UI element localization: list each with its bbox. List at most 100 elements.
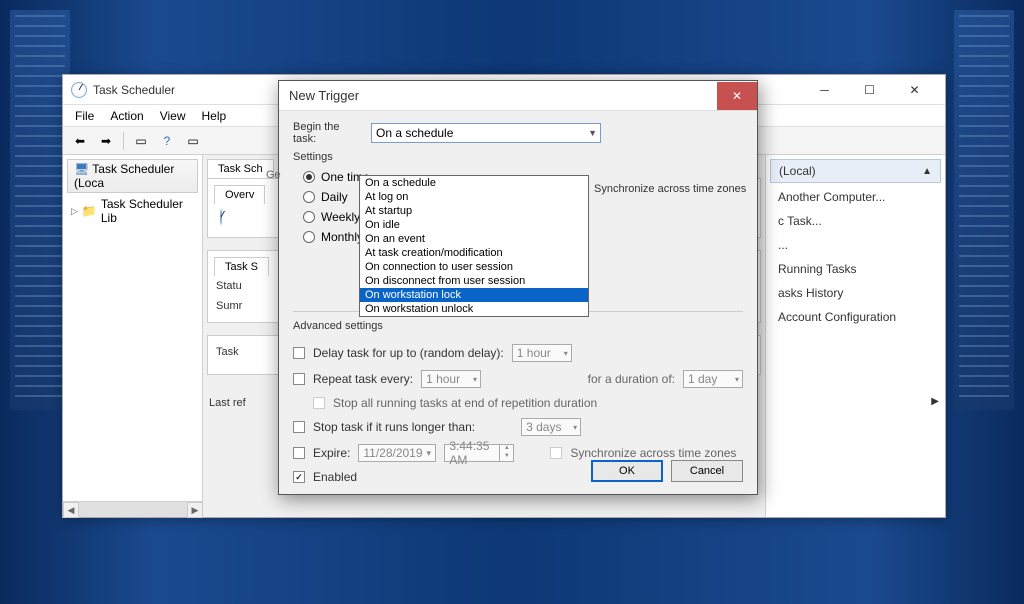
actions-pane: (Local) ▲ Another Computer... c Task... … bbox=[765, 155, 945, 517]
sync2-checkbox[interactable] bbox=[550, 447, 562, 459]
dialog-titlebar[interactable]: New Trigger ✕ bbox=[279, 81, 757, 111]
expand-icon[interactable]: ▷ bbox=[71, 206, 78, 217]
tab-summary[interactable]: Task Sch bbox=[207, 159, 274, 178]
stop-if-combo[interactable]: 3 days▾ bbox=[521, 418, 581, 436]
tab-task-status[interactable]: Task S bbox=[214, 257, 269, 276]
toolbar-btn-2[interactable]: ▭ bbox=[182, 130, 204, 152]
expire-checkbox[interactable] bbox=[293, 447, 305, 459]
new-trigger-dialog: New Trigger ✕ Ge Begin the task: On a sc… bbox=[278, 80, 758, 495]
delay-checkbox[interactable] bbox=[293, 347, 305, 359]
dropdown-option-7[interactable]: On disconnect from user session bbox=[360, 274, 588, 288]
radio-icon bbox=[303, 211, 315, 223]
stop-if-checkbox[interactable] bbox=[293, 421, 305, 433]
forward-button[interactable]: ➡ bbox=[95, 130, 117, 152]
tree-pane: 🖥 Task Scheduler (Loca ▷ 📁 Task Schedule… bbox=[63, 155, 203, 517]
cancel-button[interactable]: Cancel bbox=[671, 460, 743, 482]
help-icon[interactable]: ? bbox=[156, 130, 178, 152]
scroll-left-icon[interactable]: ◀ bbox=[63, 502, 79, 518]
menu-view[interactable]: View bbox=[152, 107, 194, 125]
collapse-icon[interactable]: ▲ bbox=[922, 166, 932, 177]
scrollbar-horizontal[interactable]: ◀ ▶ bbox=[63, 501, 203, 517]
submenu-arrow-icon: ▶ bbox=[931, 396, 939, 407]
radio-icon bbox=[303, 231, 315, 243]
menu-help[interactable]: Help bbox=[194, 107, 235, 125]
ge-label: Ge bbox=[266, 169, 281, 181]
clock-icon bbox=[220, 209, 222, 225]
begin-task-row: Begin the task: On a schedule ▼ bbox=[293, 121, 743, 145]
dropdown-option-6[interactable]: On connection to user session bbox=[360, 260, 588, 274]
repeat-checkbox[interactable] bbox=[293, 373, 305, 385]
sync2-label: Synchronize across time zones bbox=[570, 446, 736, 460]
delay-label: Delay task for up to (random delay): bbox=[313, 346, 504, 360]
dropdown-option-9[interactable]: On workstation unlock bbox=[360, 302, 588, 316]
calendar-icon: ▾ bbox=[427, 448, 432, 459]
ok-button[interactable]: OK bbox=[591, 460, 663, 482]
scroll-right-icon[interactable]: ▶ bbox=[187, 502, 203, 518]
action-running-tasks[interactable]: Running Tasks bbox=[770, 257, 941, 281]
tree-header-text: Task Scheduler (Loca bbox=[74, 162, 174, 190]
action-connect[interactable]: Another Computer... bbox=[770, 185, 941, 209]
repeat-combo[interactable]: 1 hour▾ bbox=[421, 370, 481, 388]
tree-header[interactable]: 🖥 Task Scheduler (Loca bbox=[67, 159, 198, 193]
action-account-config[interactable]: Account Configuration bbox=[770, 305, 941, 329]
dropdown-option-0[interactable]: On a schedule bbox=[360, 176, 588, 190]
settings-label: Settings bbox=[293, 151, 743, 163]
expire-time-input[interactable]: 3:44:35 AM ▲▼ bbox=[444, 444, 514, 462]
duration-label: for a duration of: bbox=[588, 372, 675, 386]
dialog-body: Ge Begin the task: On a schedule ▼ Setti… bbox=[279, 111, 757, 498]
scroll-track[interactable] bbox=[79, 502, 187, 517]
stop-if-row: Stop task if it runs longer than: 3 days… bbox=[293, 414, 743, 440]
minimize-button[interactable]: ─ bbox=[802, 76, 847, 104]
radio-icon bbox=[303, 191, 315, 203]
close-button[interactable]: ✕ bbox=[892, 76, 937, 104]
stop-all-label: Stop all running tasks at end of repetit… bbox=[333, 396, 597, 410]
action-create-task[interactable]: c Task... bbox=[770, 209, 941, 233]
dropdown-option-5[interactable]: At task creation/modification bbox=[360, 246, 588, 260]
menu-file[interactable]: File bbox=[67, 107, 102, 125]
actions-header-text: (Local) bbox=[779, 164, 922, 178]
radio-label: Weekly bbox=[321, 210, 360, 224]
dropdown-option-1[interactable]: At log on bbox=[360, 190, 588, 204]
tree-item-library[interactable]: ▷ 📁 Task Scheduler Lib bbox=[67, 195, 198, 227]
spinner-up-icon[interactable]: ▲ bbox=[500, 445, 513, 453]
chevron-down-icon: ▾ bbox=[735, 375, 739, 384]
spinner-down-icon[interactable]: ▼ bbox=[500, 453, 513, 461]
menu-action[interactable]: Action bbox=[102, 107, 151, 125]
expire-date-value: 11/28/2019 bbox=[363, 446, 422, 460]
expire-date-input[interactable]: 11/28/2019 ▾ bbox=[358, 444, 436, 462]
dialog-close-button[interactable]: ✕ bbox=[717, 82, 757, 110]
time-spinner[interactable]: ▲▼ bbox=[499, 445, 513, 461]
computer-icon: 🖥 bbox=[74, 162, 89, 176]
tab-overview[interactable]: Overv bbox=[214, 185, 265, 204]
radio-label: Monthly bbox=[321, 230, 363, 244]
advanced-title: Advanced settings bbox=[293, 320, 743, 332]
dropdown-option-8[interactable]: On workstation lock bbox=[360, 288, 588, 302]
enabled-checkbox[interactable] bbox=[293, 471, 305, 483]
action-history[interactable]: asks History bbox=[770, 281, 941, 305]
folder-icon: 📁 bbox=[82, 204, 97, 218]
toolbar-btn-1[interactable]: ▭ bbox=[130, 130, 152, 152]
delay-combo[interactable]: 1 hour▾ bbox=[512, 344, 572, 362]
repeat-label: Repeat task every: bbox=[313, 372, 413, 386]
begin-task-combo[interactable]: On a schedule ▼ bbox=[371, 123, 601, 143]
actions-header: (Local) ▲ bbox=[770, 159, 941, 183]
sync-timezone-label: Synchronize across time zones bbox=[594, 183, 746, 195]
dropdown-option-3[interactable]: On idle bbox=[360, 218, 588, 232]
maximize-button[interactable]: ☐ bbox=[847, 76, 892, 104]
action-ellipsis[interactable]: ... bbox=[770, 233, 941, 257]
begin-task-value: On a schedule bbox=[376, 126, 453, 140]
dropdown-option-2[interactable]: At startup bbox=[360, 204, 588, 218]
repeat-row: Repeat task every: 1 hour▾ for a duratio… bbox=[293, 366, 743, 392]
chevron-down-icon: ▾ bbox=[473, 375, 477, 384]
dropdown-option-4[interactable]: On an event bbox=[360, 232, 588, 246]
chevron-down-icon: ▾ bbox=[564, 349, 568, 358]
dialog-buttons: OK Cancel bbox=[591, 460, 743, 482]
duration-value: 1 day bbox=[688, 372, 717, 386]
separator bbox=[123, 132, 124, 150]
duration-combo[interactable]: 1 day ▾ bbox=[683, 370, 743, 388]
delay-row: Delay task for up to (random delay): 1 h… bbox=[293, 340, 743, 366]
begin-task-dropdown: On a scheduleAt log onAt startupOn idleO… bbox=[359, 175, 589, 317]
expire-label: Expire: bbox=[313, 446, 350, 460]
back-button[interactable]: ⬅ bbox=[69, 130, 91, 152]
stop-all-checkbox[interactable] bbox=[313, 397, 325, 409]
